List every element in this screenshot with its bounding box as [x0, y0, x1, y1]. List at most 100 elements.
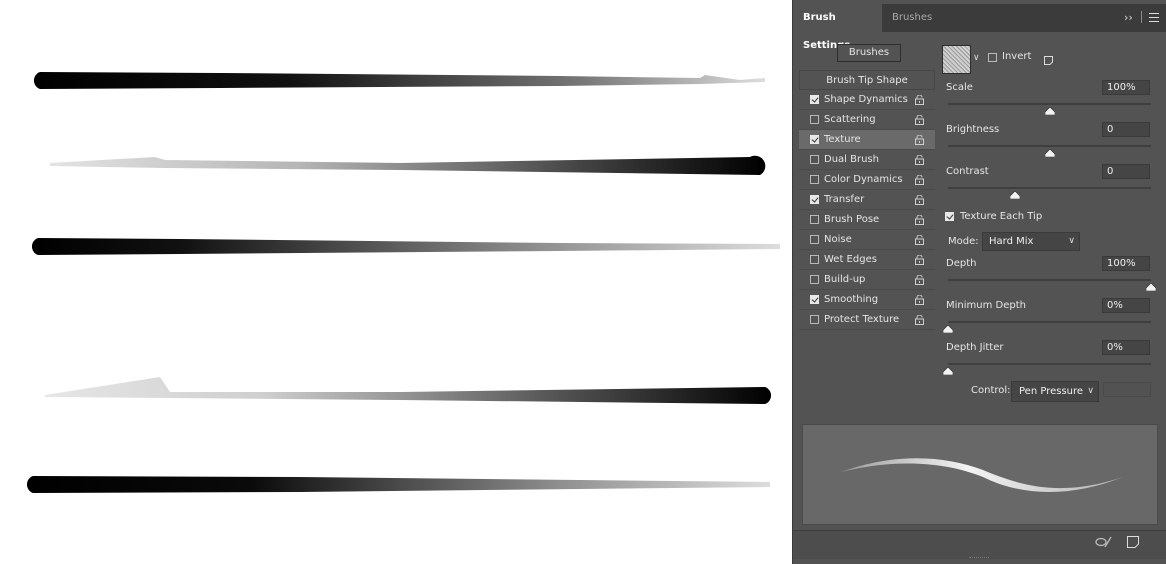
brush-tip-shape-item[interactable]: Brush Tip Shape [799, 70, 935, 90]
new-brush-preset-icon[interactable] [1127, 536, 1139, 548]
transfer-checkbox[interactable] [810, 195, 819, 204]
build-up-checkbox[interactable] [810, 275, 819, 284]
contrast-label: Contrast [946, 166, 989, 177]
control-amount-field [1103, 382, 1151, 397]
sidebar-item-protect-texture[interactable]: Protect Texture [799, 310, 935, 330]
scattering-checkbox[interactable] [810, 115, 819, 124]
sidebar-item-color-dynamics[interactable]: Color Dynamics [799, 170, 935, 190]
contrast-field[interactable]: 0 [1102, 164, 1150, 179]
sidebar-item-build-up[interactable]: Build-up [799, 270, 935, 290]
brightness-field[interactable]: 0 [1102, 122, 1150, 137]
brush-settings-panel: Brush Settings Brushes ›› Brushes Brush … [792, 0, 1166, 564]
control-value: Pen Pressure [1019, 386, 1084, 397]
sidebar-item-label: Color Dynamics [824, 174, 903, 185]
texture-checkbox[interactable] [810, 135, 819, 144]
sidebar-item-wet-edges[interactable]: Wet Edges [799, 250, 935, 270]
proof-toggle-icon[interactable] [1094, 536, 1112, 548]
chevron-down-icon: ∨ [1087, 386, 1094, 396]
lock-icon[interactable] [915, 315, 924, 325]
control-select[interactable]: Pen Pressure ∨ [1011, 381, 1099, 402]
depth-label: Depth [946, 258, 977, 269]
preview-stroke [841, 458, 1123, 492]
depth-jitter-field[interactable]: 0% [1102, 340, 1150, 355]
lock-icon[interactable] [915, 255, 924, 265]
scale-field[interactable]: 100% [1102, 80, 1150, 95]
scale-slider-thumb[interactable] [1044, 107, 1055, 115]
minimum-depth-label: Minimum Depth [946, 300, 1026, 311]
shape-dynamics-checkbox[interactable] [810, 95, 819, 104]
canvas-strokes [26, 72, 781, 493]
depth-jitter-label: Depth Jitter [946, 342, 1004, 353]
control-label: Control: [971, 385, 1011, 396]
mode-label: Mode: [948, 236, 979, 247]
color-dynamics-checkbox[interactable] [810, 175, 819, 184]
depth-field[interactable]: 100% [1102, 256, 1150, 271]
sidebar-item-label: Noise [824, 234, 852, 245]
depth-jitter-slider[interactable] [948, 363, 1151, 365]
depth-jitter-slider-thumb[interactable] [943, 367, 953, 375]
brush-stroke-5 [26, 476, 771, 493]
panel-tab-bar: Brush Settings Brushes [793, 4, 1166, 51]
smoothing-checkbox[interactable] [810, 295, 819, 304]
sidebar-item-noise[interactable]: Noise [799, 230, 935, 250]
dual-brush-checkbox[interactable] [810, 155, 819, 164]
canvas-area[interactable] [0, 0, 792, 564]
brush-stroke-preview [802, 424, 1158, 525]
sidebar-item-smoothing[interactable]: Smoothing [799, 290, 935, 310]
tab-divider [1141, 11, 1142, 23]
lock-icon[interactable] [915, 155, 924, 165]
sidebar-item-label: Scattering [824, 114, 876, 125]
mode-value: Hard Mix [989, 236, 1034, 247]
chevron-down-icon: ∨ [1068, 236, 1075, 246]
depth-slider-thumb[interactable] [1146, 283, 1156, 291]
sidebar-item-transfer[interactable]: Transfer [799, 190, 935, 210]
invert-checkbox[interactable] [988, 53, 997, 62]
brush-options-list: Brush Tip Shape Shape Dynamics Scatterin… [799, 70, 935, 330]
sidebar-item-brush-pose[interactable]: Brush Pose [799, 210, 935, 230]
lock-icon[interactable] [915, 195, 924, 205]
lock-icon[interactable] [915, 215, 924, 225]
texture-each-tip-checkbox[interactable] [945, 212, 954, 221]
protect-texture-checkbox[interactable] [810, 315, 819, 324]
hamburger-menu-icon[interactable] [1149, 13, 1159, 22]
create-pattern-icon[interactable] [1044, 56, 1053, 65]
minimum-depth-slider[interactable] [948, 321, 1151, 323]
brush-stroke-1 [33, 72, 766, 89]
brightness-slider[interactable] [948, 145, 1151, 147]
lock-icon[interactable] [915, 135, 924, 145]
sidebar-item-texture[interactable]: Texture [799, 130, 935, 150]
minimum-depth-field[interactable]: 0% [1102, 298, 1150, 313]
sidebar-item-label: Wet Edges [824, 254, 877, 265]
lock-icon[interactable] [915, 175, 924, 185]
minimum-depth-slider-thumb[interactable] [943, 325, 953, 333]
texture-each-tip-label: Texture Each Tip [960, 211, 1043, 222]
sidebar-item-scattering[interactable]: Scattering [799, 110, 935, 130]
wet-edges-checkbox[interactable] [810, 255, 819, 264]
resize-grip[interactable] [969, 557, 989, 561]
lock-icon[interactable] [915, 115, 924, 125]
texture-pattern-thumbnail[interactable] [942, 45, 971, 74]
sidebar-item-label: Smoothing [824, 294, 879, 305]
mode-select[interactable]: Hard Mix ∨ [982, 232, 1080, 251]
brightness-slider-thumb[interactable] [1044, 149, 1055, 157]
contrast-slider-thumb[interactable] [1009, 191, 1020, 199]
lock-icon[interactable] [915, 295, 924, 305]
tab-brush-settings[interactable]: Brush Settings [793, 4, 882, 51]
lock-icon[interactable] [915, 95, 924, 105]
depth-slider[interactable] [948, 279, 1151, 281]
lock-icon[interactable] [915, 235, 924, 245]
brushes-button[interactable]: Brushes [837, 44, 901, 62]
sidebar-item-shape-dynamics[interactable]: Shape Dynamics [799, 90, 935, 110]
brush-pose-checkbox[interactable] [810, 215, 819, 224]
sidebar-item-label: Protect Texture [824, 314, 900, 325]
noise-checkbox[interactable] [810, 235, 819, 244]
sidebar-item-label: Transfer [824, 194, 865, 205]
tab-brushes[interactable]: Brushes [882, 4, 938, 32]
sidebar-item-label: Dual Brush [824, 154, 879, 165]
scale-slider[interactable] [948, 103, 1151, 105]
contrast-slider[interactable] [948, 187, 1151, 189]
sidebar-item-dual-brush[interactable]: Dual Brush [799, 150, 935, 170]
chevron-down-icon[interactable]: ∨ [973, 45, 982, 72]
lock-icon[interactable] [915, 275, 924, 285]
double-chevron-right-icon[interactable]: ›› [1124, 4, 1133, 32]
